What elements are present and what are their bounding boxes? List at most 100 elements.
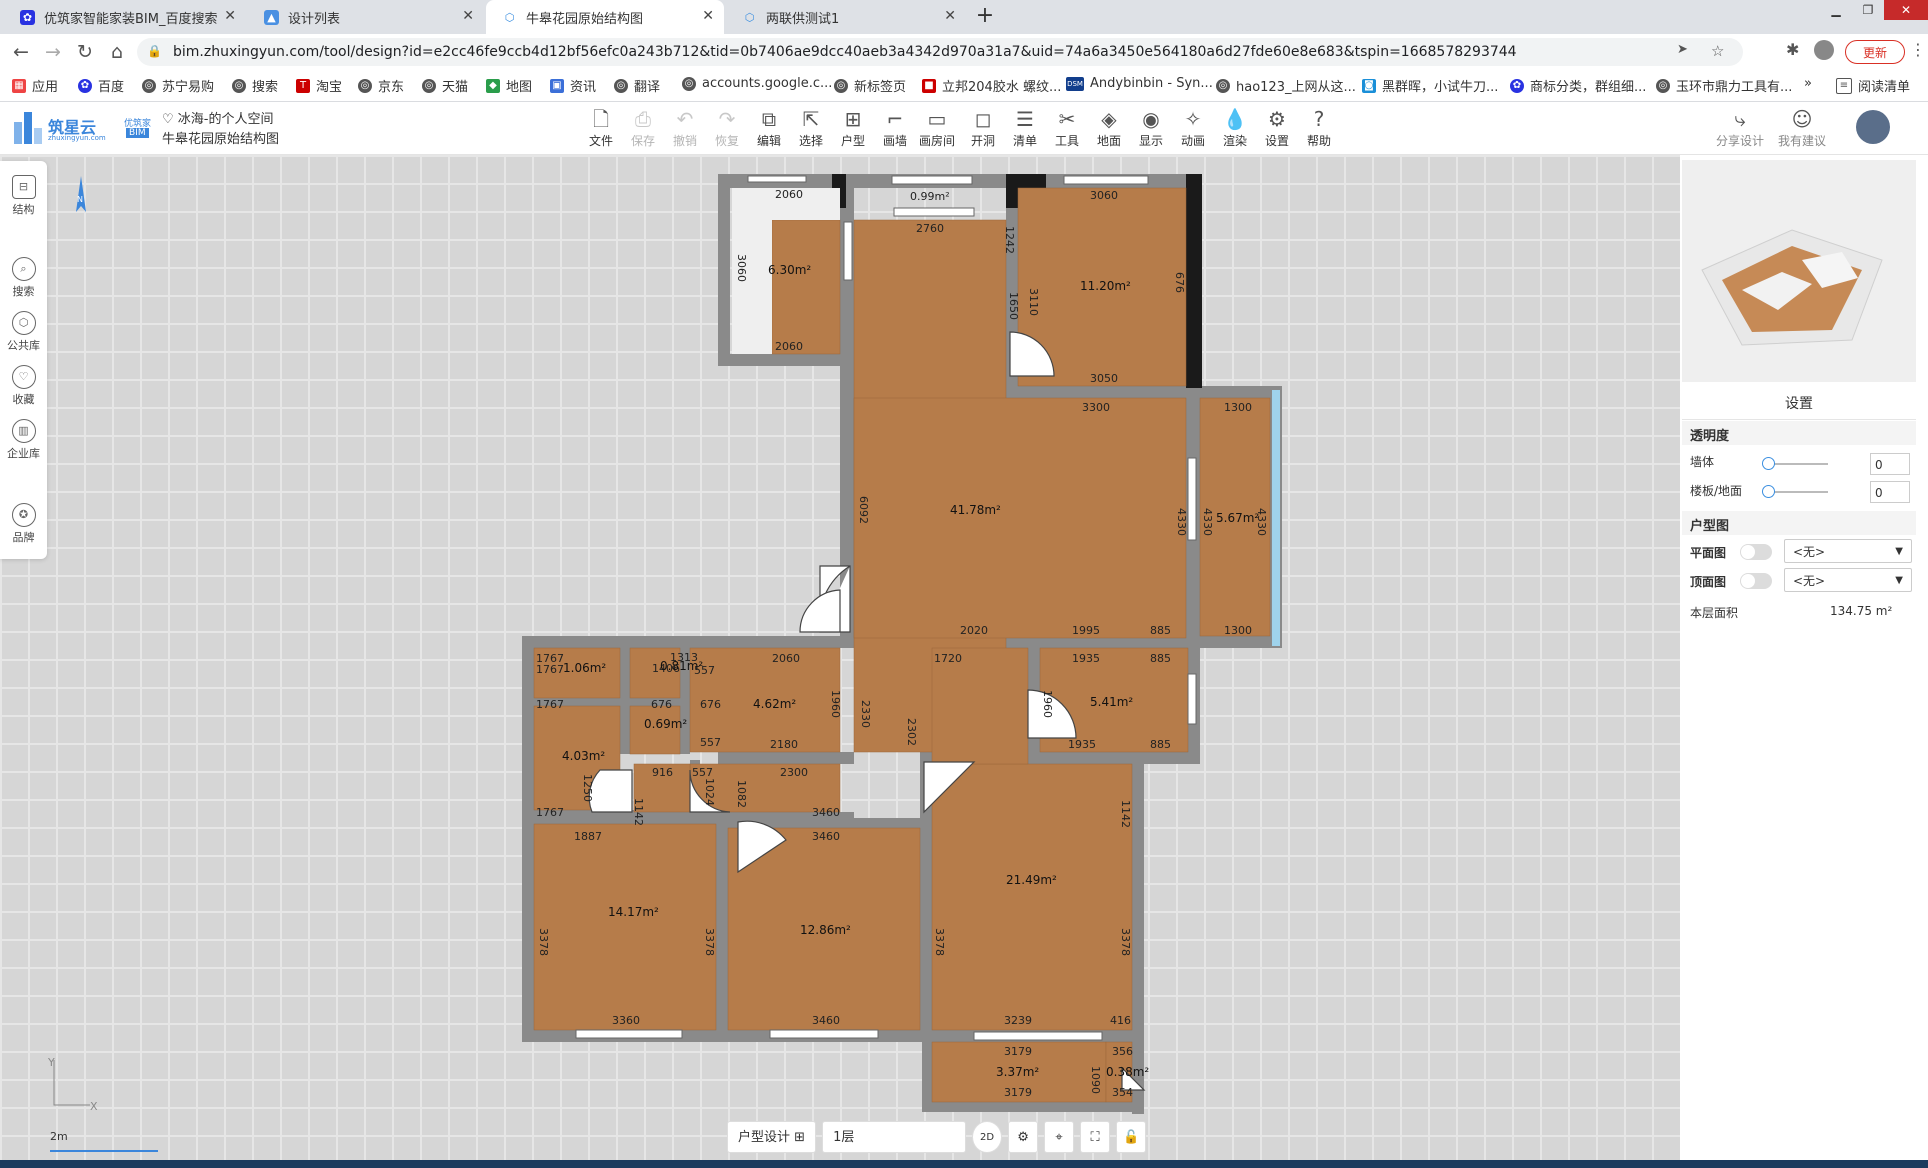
bookmark-item[interactable]: ✿ 商标分类，群组细... — [1510, 76, 1646, 95]
star-icon[interactable]: ☆ — [1711, 42, 1724, 60]
bookmark-item[interactable]: ◆ 地图 — [486, 76, 532, 95]
bookmark-item[interactable]: ✿ 百度 — [78, 76, 124, 95]
structure-icon: ⊟ — [11, 175, 36, 199]
bookmark-item[interactable]: ◎ 玉环市鼎力工具有... — [1656, 76, 1792, 95]
window-controls: ▁ ❐ ✕ — [1820, 0, 1928, 22]
bookmark-item[interactable]: ◎ 搜索 — [232, 76, 278, 95]
toolbar-help[interactable]: ? 帮助 — [1298, 106, 1340, 149]
bookmark-item[interactable]: ◎ 天猫 — [422, 76, 468, 95]
toolbar-redo[interactable]: ↷ 恢复 — [706, 106, 748, 149]
settings-gear-icon[interactable]: ⚙ — [1008, 1121, 1039, 1153]
locate-icon[interactable]: ⌖ — [1044, 1121, 1075, 1153]
floor-slider-knob[interactable] — [1762, 485, 1775, 498]
plan-select[interactable]: <无> ▼ — [1784, 539, 1912, 563]
bookmark-item[interactable]: ◎ 京东 — [358, 76, 404, 95]
dim-label: 1090 — [1089, 1066, 1102, 1094]
toolbar-list[interactable]: ☰ 清单 — [1004, 106, 1046, 149]
bookmark-item[interactable]: ◎ 翻译 — [614, 76, 660, 95]
toolbar-draw-wall[interactable]: ⌐ 画墙 — [874, 106, 916, 149]
bookmark-item[interactable]: ◎ hao123_上网从这... — [1216, 76, 1356, 95]
bookmark-item[interactable]: ▣ 资讯 — [550, 76, 596, 95]
dim-label: 1650 — [1007, 292, 1020, 320]
sidebar-item-brand[interactable]: ✪ 品牌 — [0, 503, 47, 545]
reading-list[interactable]: ≡ 阅读清单 — [1836, 76, 1910, 95]
extensions-icon[interactable]: ✱ — [1786, 40, 1799, 59]
view-2d-button[interactable]: 2D — [972, 1121, 1003, 1153]
toolbar-display[interactable]: ◉ 显示 — [1130, 106, 1172, 149]
sidebar-item-search[interactable]: ⌕ 搜索 — [0, 257, 47, 299]
sidebar-item-structure[interactable]: ⊟ 结构 — [0, 175, 47, 217]
bookmark-apps[interactable]: ▦ 应用 — [12, 76, 58, 95]
close-icon[interactable]: ✕ — [224, 8, 236, 24]
space-label[interactable]: ♡ 冰海-的个人空间 — [162, 108, 274, 127]
toolbar-file[interactable]: 🗋 文件 — [580, 106, 622, 149]
toolbar-draw-room[interactable]: ▭ 画房间 — [916, 106, 958, 149]
plan-toggle[interactable] — [1740, 544, 1772, 560]
toolbar-save[interactable]: ⎙ 保存 — [622, 106, 664, 149]
reload-icon[interactable]: ↻ — [73, 40, 97, 64]
bookmark-item[interactable]: ◎ accounts.google.c... — [682, 76, 832, 91]
toolbar-select[interactable]: ⇱ 选择 — [790, 106, 832, 149]
ceiling-toggle[interactable] — [1740, 573, 1772, 589]
toolbar-render[interactable]: 💧 渲染 — [1214, 106, 1256, 149]
bookmark-item[interactable]: ■ 立邦204胶水 螺纹... — [922, 76, 1061, 95]
toolbar-settings[interactable]: ⚙ 设置 — [1256, 106, 1298, 149]
close-icon[interactable]: ✕ — [944, 8, 956, 24]
design-canvas[interactable]: 2060 0.99m² 3060 2760 2060 3050 3300 130… — [0, 155, 1680, 1160]
toolbar-animation[interactable]: ✧ 动画 — [1172, 106, 1214, 149]
profile-avatar[interactable] — [1814, 40, 1834, 60]
floor-opacity-input[interactable]: 0 — [1870, 481, 1910, 503]
toolbar-floorplan[interactable]: ⊞ 户型 — [832, 106, 874, 149]
tab-label: 牛皋花园原始结构图 — [526, 11, 644, 27]
menu-dots-icon[interactable]: ⋮ — [1910, 40, 1926, 59]
toolbar-tools[interactable]: ✂ 工具 — [1046, 106, 1088, 149]
dim-label: 1242 — [1003, 226, 1016, 254]
window-close-button[interactable]: ✕ — [1884, 0, 1928, 20]
suggest-button[interactable]: ☺ 我有建议 — [1774, 106, 1830, 149]
forward-arrow-icon[interactable]: → — [41, 40, 65, 64]
close-icon[interactable]: ✕ — [702, 8, 714, 24]
bookmark-item[interactable]: ◎ 新标签页 — [834, 76, 906, 95]
sidebar-item-favorites[interactable]: ♡ 收藏 — [0, 365, 47, 407]
sidebar-item-public-library[interactable]: ⬡ 公共库 — [0, 311, 47, 353]
bookmark-item[interactable]: ◎ 苏宁易购 — [142, 76, 214, 95]
wall-slider-track[interactable] — [1768, 463, 1828, 465]
floorplan-design-button[interactable]: 户型设计 ⊞ — [727, 1121, 817, 1153]
3d-preview[interactable] — [1682, 160, 1916, 382]
fit-view-icon[interactable]: ⛶ — [1080, 1121, 1111, 1153]
share-design-button[interactable]: ⤷ 分享设计 — [1712, 106, 1768, 149]
close-icon[interactable]: ✕ — [462, 8, 474, 24]
toolbar-edit[interactable]: ⧉ 编辑 — [748, 106, 790, 149]
browser-tab[interactable]: ▲ 设计列表 ✕ — [248, 0, 484, 34]
send-icon[interactable]: ➤ — [1677, 42, 1688, 57]
wall-opacity-input[interactable]: 0 — [1870, 453, 1910, 475]
url-text[interactable]: bim.zhuxingyun.com/tool/design?id=e2cc46… — [173, 44, 1517, 60]
bookmark-item[interactable]: DSM Andybinbin - Syn... — [1066, 76, 1213, 91]
toolbar-floor[interactable]: ◈ 地面 — [1088, 106, 1130, 149]
minimize-button[interactable]: ▁ — [1820, 0, 1852, 20]
new-tab-button[interactable]: + — [971, 4, 999, 30]
tab-label: 两联供测试1 — [766, 11, 840, 27]
more-bookmarks-icon[interactable]: » — [1804, 76, 1812, 91]
toolbar-undo[interactable]: ↶ 撤销 — [664, 106, 706, 149]
sidebar-item-enterprise-library[interactable]: ▥ 企业库 — [0, 419, 47, 461]
back-arrow-icon[interactable]: ← — [9, 40, 33, 64]
lock-icon[interactable]: 🔓 — [1116, 1121, 1147, 1153]
wall-slider-knob[interactable] — [1762, 457, 1775, 470]
home-icon[interactable]: ⌂ — [105, 40, 129, 64]
update-button[interactable]: 更新 — [1845, 40, 1905, 64]
toolbar-opening[interactable]: ◻ 开洞 — [962, 106, 1004, 149]
bookmark-item[interactable]: ◙ 黑群晖，小试牛刀... — [1362, 76, 1498, 95]
floor-select[interactable]: 1层 — [822, 1121, 967, 1153]
save-icon: ⎙ — [635, 107, 651, 131]
avatar[interactable] — [1856, 110, 1890, 144]
browser-tab[interactable]: ⬡ 两联供测试1 ✕ — [726, 0, 966, 34]
restore-button[interactable]: ❐ — [1852, 0, 1884, 20]
floor-slider-track[interactable] — [1768, 491, 1828, 493]
browser-tab[interactable]: ✿ 优筑家智能家装BIM_百度搜索 ✕ — [4, 0, 246, 34]
omnibox[interactable]: 🔒 bim.zhuxingyun.com/tool/design?id=e2cc… — [137, 38, 1743, 66]
bookmark-item[interactable]: T 淘宝 — [296, 76, 342, 95]
ceiling-select[interactable]: <无> ▼ — [1784, 568, 1912, 592]
dim-label: 356 — [1112, 1045, 1133, 1058]
browser-tab-active[interactable]: ⬡ 牛皋花园原始结构图 ✕ — [486, 0, 724, 34]
